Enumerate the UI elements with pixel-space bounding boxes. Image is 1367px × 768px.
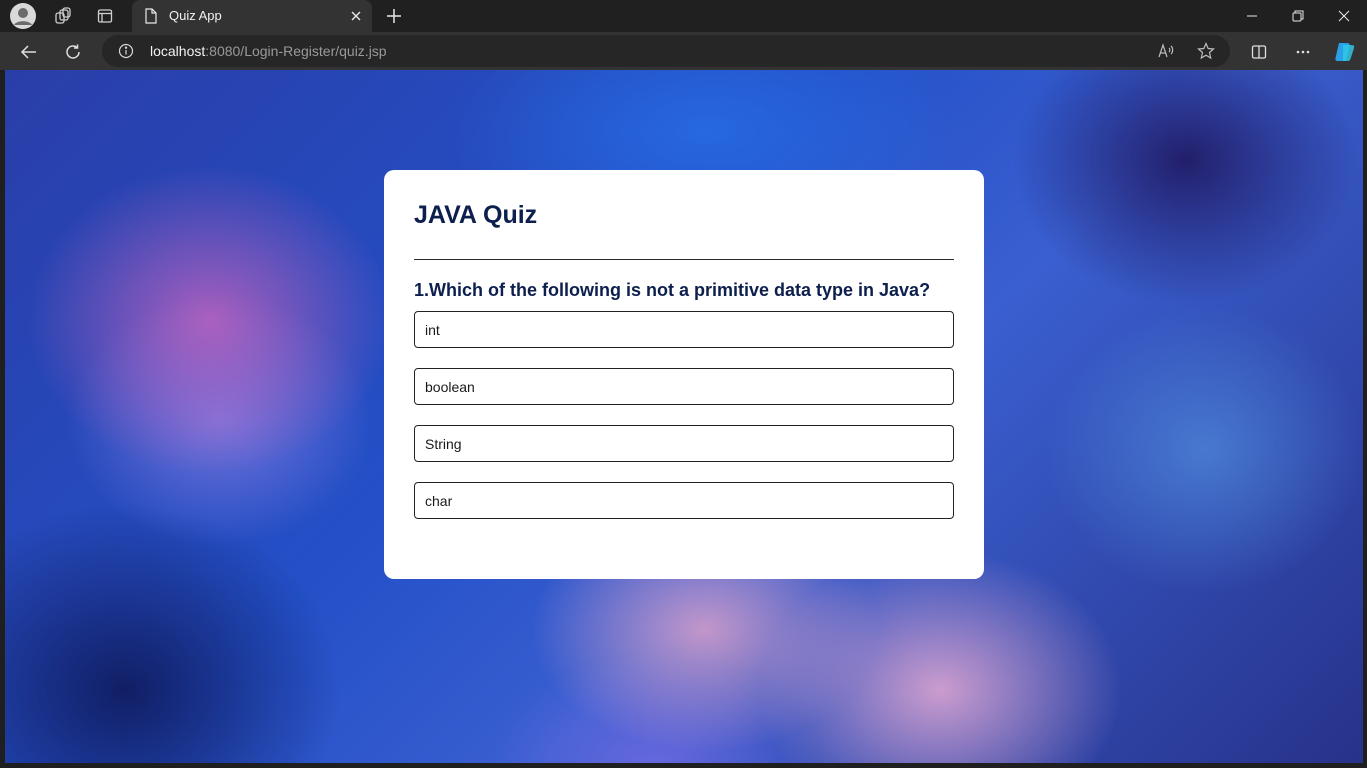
- tab-quiz-app[interactable]: Quiz App: [132, 0, 372, 32]
- close-window-icon[interactable]: [1321, 0, 1367, 32]
- option-label: boolean: [425, 379, 475, 395]
- split-screen-icon[interactable]: [1246, 39, 1272, 65]
- tab-title: Quiz App: [169, 8, 222, 23]
- option-label: String: [425, 436, 462, 452]
- page-viewport: JAVA Quiz 1.Which of the following is no…: [5, 70, 1363, 763]
- minimize-icon[interactable]: [1229, 0, 1275, 32]
- refresh-icon[interactable]: [60, 39, 86, 65]
- more-icon[interactable]: [1290, 39, 1316, 65]
- option-button[interactable]: int: [414, 311, 954, 348]
- option-button[interactable]: char: [414, 482, 954, 519]
- copilot-icon[interactable]: [1331, 39, 1357, 65]
- tab-actions-icon[interactable]: [93, 4, 117, 28]
- read-aloud-icon[interactable]: [1157, 42, 1175, 60]
- url-text[interactable]: localhost:8080/Login-Register/quiz.jsp: [150, 43, 387, 59]
- new-tab-icon[interactable]: [382, 4, 406, 28]
- navigation-bar: localhost:8080/Login-Register/quiz.jsp: [0, 32, 1367, 70]
- option-button[interactable]: boolean: [414, 368, 954, 405]
- title-bar: Quiz App: [0, 0, 1367, 32]
- page-icon: [144, 8, 158, 29]
- restore-icon[interactable]: [1275, 0, 1321, 32]
- question-text: 1.Which of the following is not a primit…: [414, 280, 931, 300]
- option-label: int: [425, 322, 440, 338]
- back-icon[interactable]: [16, 39, 42, 65]
- close-icon[interactable]: [348, 8, 364, 24]
- workspaces-icon[interactable]: [51, 4, 75, 28]
- option-label: char: [425, 493, 453, 509]
- quiz-card: JAVA Quiz 1.Which of the following is no…: [384, 170, 984, 579]
- info-icon[interactable]: [118, 43, 134, 64]
- quiz-title: JAVA Quiz: [414, 201, 538, 229]
- option-button[interactable]: String: [414, 425, 954, 462]
- favorite-icon[interactable]: [1197, 42, 1215, 60]
- divider: [414, 259, 954, 260]
- address-bar[interactable]: localhost:8080/Login-Register/quiz.jsp: [102, 35, 1230, 67]
- profile-icon[interactable]: [10, 3, 36, 29]
